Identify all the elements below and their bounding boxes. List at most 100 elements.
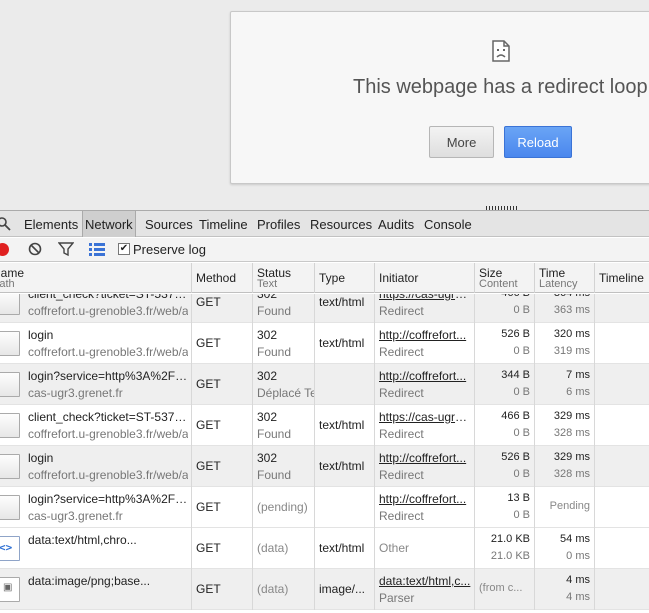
tab-elements[interactable]: Elements bbox=[22, 211, 80, 237]
cell-name[interactable]: login coffrefort.u-grenoble3.fr/web/ap bbox=[0, 323, 192, 364]
request-status: (pending) bbox=[257, 500, 308, 514]
request-time: 329 ms bbox=[553, 451, 590, 463]
column-header-size[interactable]: Size Content bbox=[475, 263, 535, 293]
initiator-kind: Redirect bbox=[379, 427, 424, 441]
cell-size: 344 B 0 B bbox=[475, 364, 535, 405]
cell-type: text/html bbox=[315, 294, 375, 323]
table-row[interactable]: data:image/png;base... GET (data) image/… bbox=[0, 569, 649, 610]
network-toolbar: ✔ Preserve log bbox=[0, 238, 649, 262]
cell-initiator: Other bbox=[375, 528, 475, 569]
cell-timeline bbox=[595, 323, 649, 364]
column-header-name[interactable]: Name Path bbox=[0, 263, 192, 293]
large-rows-icon[interactable] bbox=[89, 243, 105, 256]
request-path: coffrefort.u-grenoble3.fr/web/ap bbox=[28, 304, 188, 318]
request-name: client_check?ticket=ST-53731-… bbox=[28, 294, 188, 301]
request-name: login?service=http%3A%2F%2... bbox=[28, 369, 188, 383]
cell-timeline bbox=[595, 487, 649, 528]
initiator-link[interactable]: http://coffrefort... bbox=[379, 492, 471, 506]
cell-name[interactable]: login?service=http%3A%2F%2... cas-ugr3.g… bbox=[0, 487, 192, 528]
tab-resources[interactable]: Resources bbox=[308, 211, 374, 237]
column-header-method[interactable]: Method bbox=[192, 263, 253, 293]
tab-console[interactable]: Console bbox=[422, 211, 474, 237]
table-row[interactable]: login?service=http%3A%2F%2... cas-ugr3.g… bbox=[0, 364, 649, 405]
request-size: 13 B bbox=[507, 492, 530, 504]
column-header-status[interactable]: Status Text bbox=[253, 263, 315, 293]
request-name: login?service=http%3A%2F%2... bbox=[28, 492, 188, 506]
request-status-code: 302 bbox=[257, 294, 278, 301]
cell-size: 466 B 0 B bbox=[475, 294, 535, 323]
request-size: (from c... bbox=[479, 582, 523, 594]
request-latency: 328 ms bbox=[553, 468, 590, 480]
request-latency: 0 ms bbox=[566, 550, 590, 562]
request-content-size: 0 B bbox=[513, 304, 530, 316]
cell-name[interactable]: login coffrefort.u-grenoble3.fr/web/ap bbox=[0, 446, 192, 487]
request-time: 364 ms bbox=[554, 294, 590, 299]
cell-size: 526 B 0 B bbox=[475, 446, 535, 487]
document-icon bbox=[0, 372, 20, 397]
cell-name[interactable]: login?service=http%3A%2F%2... cas-ugr3.g… bbox=[0, 364, 192, 405]
initiator-kind: Redirect bbox=[379, 386, 424, 400]
clear-icon[interactable] bbox=[28, 242, 42, 256]
request-method: GET bbox=[196, 336, 221, 350]
cell-time: 4 ms 4 ms bbox=[535, 569, 595, 610]
cell-name[interactable]: data:text/html,chro... bbox=[0, 528, 192, 569]
initiator-link[interactable]: http://coffrefort... bbox=[379, 328, 471, 342]
tab-profiles[interactable]: Profiles bbox=[255, 211, 302, 237]
cell-name[interactable]: client_check?ticket=ST-53731-… coffrefor… bbox=[0, 294, 192, 323]
cell-timeline bbox=[595, 446, 649, 487]
cell-status: 302 Found bbox=[253, 446, 315, 487]
network-request-list: client_check?ticket=ST-53731-… coffrefor… bbox=[0, 294, 649, 613]
cell-method: GET bbox=[192, 405, 253, 446]
cell-time: 329 ms 328 ms bbox=[535, 446, 595, 487]
tab-sources[interactable]: Sources bbox=[143, 211, 195, 237]
initiator-link[interactable]: https://cas-ugr3... bbox=[379, 294, 471, 301]
request-name: login bbox=[28, 451, 54, 465]
request-size: 344 B bbox=[501, 369, 530, 381]
type-header-label: Type bbox=[319, 271, 346, 285]
cell-initiator: https://cas-ugr3... Redirect bbox=[375, 405, 475, 446]
request-path: coffrefort.u-grenoble3.fr/web/ap bbox=[28, 345, 188, 359]
reload-button[interactable]: Reload bbox=[504, 126, 572, 158]
initiator-kind: Redirect bbox=[379, 468, 424, 482]
cell-name[interactable]: client_check?ticket=ST-53732-... coffref… bbox=[0, 405, 192, 446]
tab-timeline[interactable]: Timeline bbox=[197, 211, 250, 237]
cell-size: (from c... bbox=[475, 569, 535, 610]
request-status-text: Found bbox=[257, 427, 292, 441]
network-table-header: Name Path Method Status Text Type Initia… bbox=[0, 263, 649, 293]
column-header-initiator[interactable]: Initiator bbox=[375, 263, 475, 293]
table-row[interactable]: client_check?ticket=ST-53732-... coffref… bbox=[0, 405, 649, 446]
tab-network[interactable]: Network bbox=[82, 211, 136, 237]
cell-initiator: data:text/html,c... Parser bbox=[375, 569, 475, 610]
initiator-link[interactable]: http://coffrefort... bbox=[379, 451, 471, 465]
table-row[interactable]: login?service=http%3A%2F%2... cas-ugr3.g… bbox=[0, 487, 649, 528]
initiator-link[interactable]: https://cas-ugr3... bbox=[379, 410, 471, 424]
preserve-log-checkbox[interactable]: ✔ bbox=[118, 243, 130, 255]
cell-time: 54 ms 0 ms bbox=[535, 528, 595, 569]
column-header-timeline[interactable]: Timeline bbox=[595, 263, 649, 293]
content-header-label: Content bbox=[479, 278, 518, 290]
search-icon[interactable] bbox=[0, 217, 11, 231]
initiator-link[interactable]: http://coffrefort... bbox=[379, 369, 471, 383]
request-method: GET bbox=[196, 541, 221, 555]
request-status-code: 302 bbox=[257, 328, 278, 342]
cell-time: 320 ms 319 ms bbox=[535, 323, 595, 364]
filter-icon[interactable] bbox=[58, 242, 74, 257]
table-row[interactable]: data:text/html,chro... GET (data) text/h… bbox=[0, 528, 649, 569]
request-type: text/html bbox=[319, 459, 365, 473]
column-header-type[interactable]: Type bbox=[315, 263, 375, 293]
cell-name[interactable]: data:image/png;base... bbox=[0, 569, 192, 610]
table-row[interactable]: login coffrefort.u-grenoble3.fr/web/ap G… bbox=[0, 323, 649, 364]
cell-time: 364 ms 363 ms bbox=[535, 294, 595, 323]
cell-time: 7 ms 6 ms bbox=[535, 364, 595, 405]
cell-time: Pending bbox=[535, 487, 595, 528]
table-row[interactable]: login coffrefort.u-grenoble3.fr/web/ap G… bbox=[0, 446, 649, 487]
more-button[interactable]: More bbox=[429, 126, 494, 158]
cell-method: GET bbox=[192, 364, 253, 405]
request-name: data:image/png;base... bbox=[28, 574, 151, 588]
initiator-link[interactable]: data:text/html,c... bbox=[379, 574, 471, 588]
request-method: GET bbox=[196, 377, 221, 391]
tab-audits[interactable]: Audits bbox=[376, 211, 416, 237]
table-row[interactable]: client_check?ticket=ST-53731-… coffrefor… bbox=[0, 294, 649, 323]
record-icon[interactable] bbox=[0, 243, 9, 256]
column-header-time[interactable]: Time Latency bbox=[535, 263, 595, 293]
